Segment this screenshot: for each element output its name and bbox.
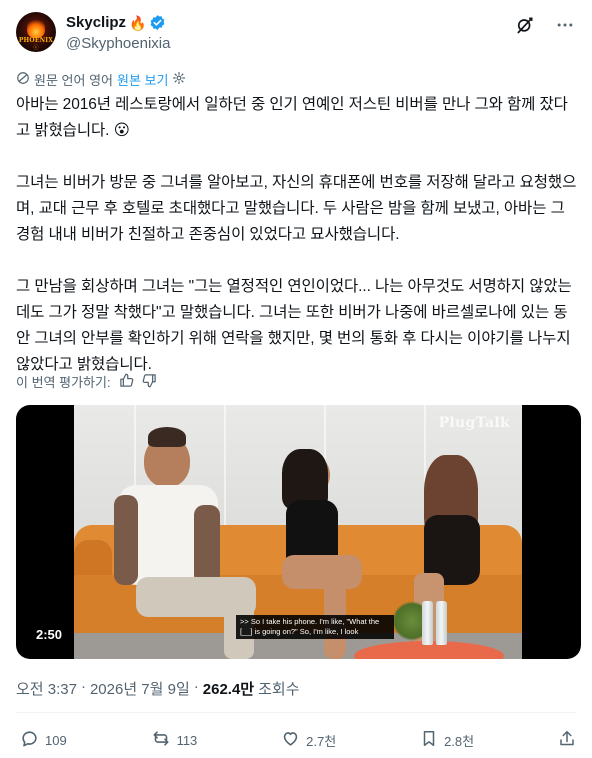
divider (16, 712, 576, 713)
meta-separator: · (80, 678, 86, 695)
bookmark-button[interactable]: 2.8천 (420, 729, 474, 751)
grok-icon[interactable] (514, 14, 536, 36)
heart-icon (281, 729, 300, 751)
thumbs-up-icon[interactable] (119, 373, 134, 391)
author-display-name[interactable]: Skyclipz (66, 14, 126, 31)
post-paragraph: 그녀는 비버가 방문 중 그녀를 알아보고, 자신의 휴대폰에 번호를 저장해 … (16, 174, 577, 243)
post-text: 아바는 2016년 레스토랑에서 일하던 중 인기 연예인 저스틴 비버를 만나… (16, 92, 578, 378)
repost-button[interactable]: 113 (151, 729, 198, 751)
video-watermark: PlugTalk (438, 415, 510, 431)
views-label: 조회수 (258, 681, 300, 698)
author-name-row: Skyclipz 🔥 (66, 14, 166, 31)
post-paragraph: 아바는 2016년 레스토랑에서 일하던 중 인기 연예인 저스틴 비버를 만나… (16, 96, 568, 139)
more-options-icon[interactable] (554, 14, 576, 36)
views-count: 262.4만 (202, 681, 255, 698)
reply-count: 109 (45, 732, 67, 748)
rate-translation-row: 이 번역 평가하기: (16, 372, 157, 391)
like-button[interactable]: 2.7천 (281, 729, 336, 751)
translate-icon (16, 71, 30, 88)
like-count: 2.7천 (306, 733, 337, 749)
bookmark-icon (420, 729, 438, 751)
post-header: PHOENIX ⓒ Skyclipz 🔥 @Skyphoenixia (16, 12, 576, 60)
avatar-logo-subtext: ⓒ (33, 45, 39, 51)
share-icon (558, 729, 576, 751)
translation-notice: 원문 언어 영어 원본 보기 (16, 70, 186, 89)
video-duration: 2:50 (30, 624, 69, 645)
thumbs-down-icon[interactable] (142, 373, 157, 391)
author-handle[interactable]: @Skyphoenixia (66, 35, 170, 52)
post-time[interactable]: 오전 3:37 (16, 678, 77, 699)
translation-source-label: 원문 언어 영어 (34, 73, 113, 88)
bookmark-count: 2.8천 (444, 733, 475, 749)
repost-count: 113 (176, 732, 198, 748)
post-date[interactable]: 2026년 7월 9일 (90, 678, 190, 699)
header-actions (514, 14, 576, 36)
repost-icon (151, 729, 171, 751)
action-bar: 109 113 2.7천 2.8천 (20, 728, 576, 752)
video-thumbnail: PlugTalk >> So I take his phone. I'm lik… (74, 405, 522, 659)
video-player[interactable]: PlugTalk >> So I take his phone. I'm lik… (16, 405, 581, 659)
fire-emoji: 🔥 (129, 14, 147, 31)
avatar[interactable]: PHOENIX ⓒ (16, 12, 56, 52)
post-meta: 오전 3:37 · 2026년 7월 9일 · 262.4만 조회수 (16, 678, 300, 699)
avatar-logo-text: PHOENIX (18, 37, 54, 44)
meta-separator: · (193, 678, 199, 695)
rate-translation-label: 이 번역 평가하기: (16, 375, 111, 390)
verified-badge-icon (149, 14, 166, 31)
reply-icon (20, 729, 39, 751)
post-paragraph: 그 만남을 회상하며 그녀는 "그는 열정적인 연인이었다... 나는 아무것도… (16, 278, 575, 373)
video-caption: >> So I take his phone. I'm like, "What … (236, 615, 394, 639)
settings-gear-icon[interactable] (172, 71, 186, 88)
phoenix-logo-icon (27, 18, 45, 38)
show-original-link[interactable]: 원본 보기 (117, 70, 168, 89)
reply-button[interactable]: 109 (20, 729, 67, 751)
share-button[interactable] (558, 729, 576, 751)
